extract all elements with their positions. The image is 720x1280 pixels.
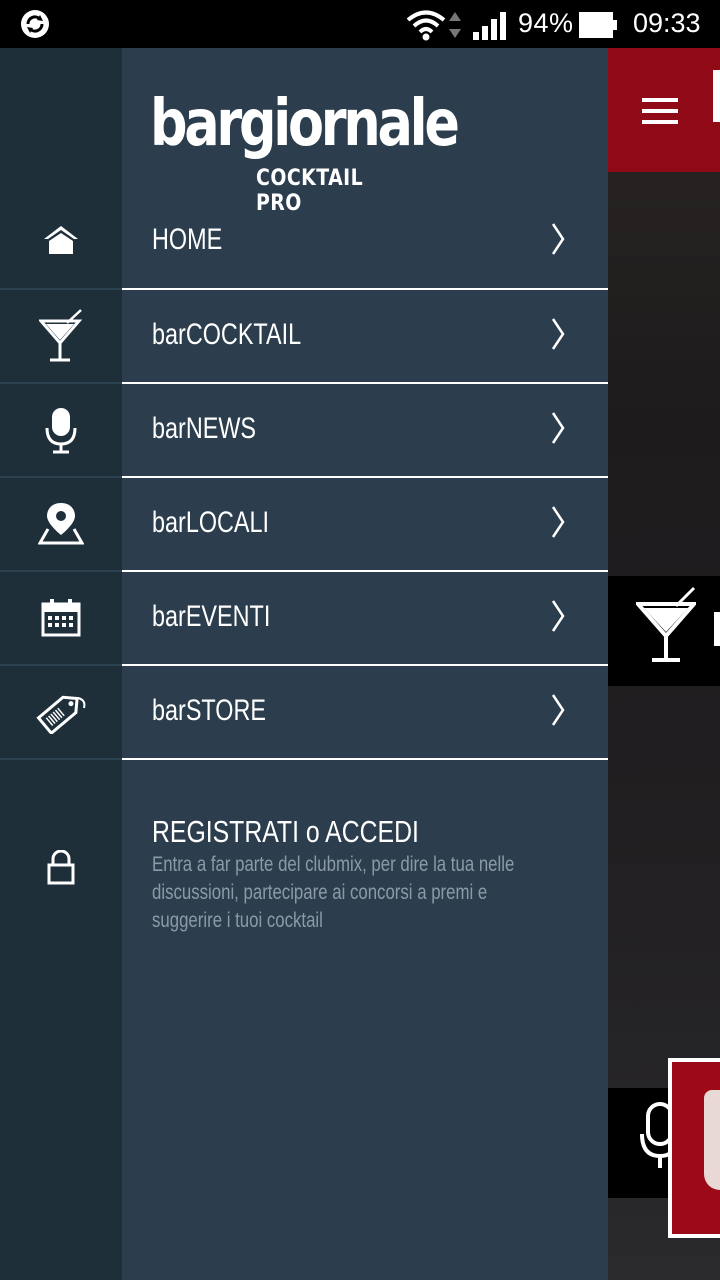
sync-icon [21,10,49,38]
logo-wordmark: bargiornale [150,87,460,161]
menu-item-label: barCOCKTAIL [152,318,302,351]
menu-item-barstore[interactable]: barSTORE [0,665,608,759]
chevron-right-icon [551,506,565,538]
data-arrows-icon [449,12,461,38]
chevron-right-icon [551,318,565,350]
divider [0,758,122,760]
menu-item-home[interactable]: HOME [0,194,608,288]
home-icon [0,194,122,288]
register-title: REGISTRATI o ACCEDI [152,814,419,849]
background-cocktail-title-edge [714,612,720,646]
hamburger-menu-icon[interactable] [642,98,678,131]
clock: 09:33 [633,8,701,38]
map-pin-icon [0,477,122,571]
cocktail-icon [636,586,696,662]
lock-icon [47,850,75,885]
tag-icon [0,665,122,759]
app-logo: bargiornale COCKTAIL PRO [150,87,460,216]
menu-item-label: barSTORE [152,694,267,727]
chevron-right-icon [551,694,565,726]
divider [122,758,608,760]
menu-item-bareventi[interactable]: barEVENTI [0,571,608,665]
register-description: Entra a far parte del clubmix, per dire … [152,853,515,932]
menu-item-barlocali[interactable]: barLOCALI [0,477,608,571]
background-header-title-edge [713,70,720,122]
cocktail-icon [0,289,122,383]
calendar-icon [0,571,122,665]
menu-item-label: HOME [152,223,223,256]
background-promo-figure [704,1090,720,1190]
menu-item-barnews[interactable]: barNEWS [0,383,608,477]
wifi-icon [406,10,446,41]
battery-percent: 94% [518,8,574,38]
chevron-right-icon [551,412,565,444]
battery-icon [579,12,617,38]
signal-icon [473,12,506,40]
menu-item-label: barEVENTI [152,600,271,633]
menu-item-barcocktail[interactable]: barCOCKTAIL [0,289,608,383]
status-bar: 94% 09:33 [0,0,720,48]
chevron-right-icon [551,223,565,255]
chevron-right-icon [551,600,565,632]
menu-item-label: barNEWS [152,412,257,445]
menu-item-label: barLOCALI [152,506,270,539]
microphone-icon [0,383,122,477]
